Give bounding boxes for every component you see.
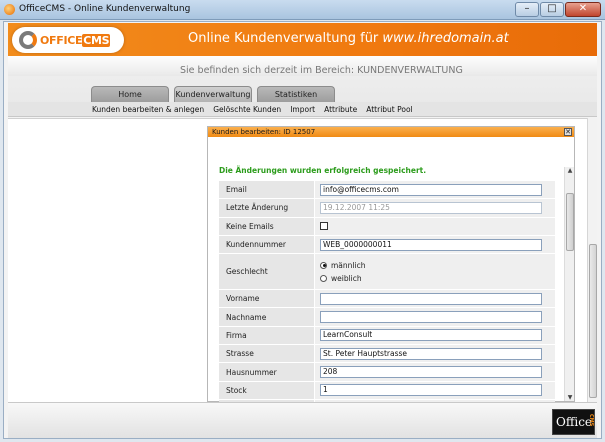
lastname-field[interactable] (320, 311, 542, 324)
scroll-down-icon[interactable]: ▼ (566, 394, 574, 401)
email-field[interactable]: info@officecms.com (320, 183, 542, 196)
no-emails-checkbox[interactable] (320, 222, 328, 231)
form-row-company: Firma LearnConsult (219, 326, 555, 346)
lastname-label: Nachname (219, 308, 315, 326)
house-no-field[interactable]: 208 (320, 366, 542, 379)
tab-statistiken[interactable]: Statistiken (257, 86, 335, 102)
window-title: OfficeCMS - Online Kundenverwaltung (19, 4, 191, 14)
radio-female[interactable] (320, 274, 327, 282)
page-scroll-thumb[interactable] (589, 244, 597, 398)
email-label: Email (219, 181, 315, 199)
dialog-scroll-thumb[interactable] (566, 193, 574, 251)
form-row-customer-no: Kundennummer WEB_0000000011 (219, 235, 555, 255)
street-field[interactable]: St. Peter Hauptstrasse (320, 347, 542, 360)
tab-home[interactable]: Home (91, 86, 169, 102)
form-row-email: Email info@officecms.com (219, 181, 555, 200)
page-title: Online Kundenverwaltung für www.ihredoma… (188, 31, 509, 46)
gender-label: Geschlecht (219, 254, 315, 290)
form-row-floor: Stock 1 (219, 381, 555, 400)
floor-field[interactable]: 1 (320, 384, 542, 397)
officecms-icon (4, 4, 15, 15)
logo-text: OFFICECMS (40, 34, 111, 47)
location-text: Sie befinden sich derzeit im Bereich: KU… (180, 65, 463, 76)
subnav-geloeschte-kunden[interactable]: Gelöschte Kunden (213, 105, 281, 114)
form-row-gender: Geschlecht männlich weiblich (219, 254, 555, 291)
officecms-logo[interactable]: OFFICECMS (12, 27, 124, 53)
office-logo: Office CMS (552, 409, 595, 435)
subnav-attribute[interactable]: Attribute (324, 105, 357, 114)
subnav-import[interactable]: Import (290, 105, 315, 114)
last-change-field: 19.12.2007 11:25 (320, 201, 542, 214)
maximize-icon[interactable]: □ (540, 2, 564, 17)
floor-label: Stock (219, 381, 315, 399)
gender-female-label: weiblich (331, 273, 362, 283)
minimize-icon[interactable]: – (515, 2, 539, 17)
company-label: Firma (219, 326, 315, 345)
street-label: Strasse (219, 345, 315, 363)
edit-customer-dialog: Kunden bearbeiten: ID 12507 ✕ Die Änderu… (207, 126, 575, 419)
success-message: Die Änderungen wurden erfolgreich gespei… (219, 166, 427, 175)
last-change-label: Letzte Änderung (219, 199, 315, 217)
dialog-scrollbar[interactable]: ▲ ▼ (564, 167, 574, 401)
subnav-attribut-pool[interactable]: Attribut Pool (366, 105, 412, 114)
footer-bar (8, 402, 597, 438)
firstname-field[interactable] (320, 292, 542, 305)
dialog-close-icon[interactable]: ✕ (564, 128, 572, 136)
window-titlebar: OfficeCMS - Online Kundenverwaltung – □ … (0, 0, 605, 20)
customer-form: Email info@officecms.com Letzte Änderung… (219, 181, 555, 419)
office-logo-suffix: CMS (588, 414, 594, 427)
scroll-up-icon[interactable]: ▲ (566, 167, 574, 174)
logo-ring-icon (19, 31, 37, 49)
gender-radio-group: männlich weiblich (320, 261, 365, 283)
form-row-lastname: Nachname (219, 308, 555, 327)
main-tabs: Home Kundenverwaltung Statistiken (91, 86, 335, 102)
radio-male[interactable] (320, 261, 327, 269)
office-logo-text: Office (556, 415, 593, 429)
no-emails-label: Keine Emails (219, 217, 315, 235)
form-row-house-no: Hausnummer 208 (219, 363, 555, 382)
form-row-no-emails: Keine Emails (219, 217, 555, 236)
form-row-firstname: Vorname (219, 290, 555, 309)
sub-navigation: Kunden bearbeiten & anlegen Gelöschte Ku… (8, 102, 597, 117)
gender-male-option[interactable]: männlich (320, 261, 365, 270)
form-row-street: Strasse St. Peter Hauptstrasse (219, 345, 555, 364)
gender-male-label: männlich (331, 260, 366, 270)
subnav-kunden-bearbeiten[interactable]: Kunden bearbeiten & anlegen (92, 105, 204, 114)
gender-female-option[interactable]: weiblich (320, 274, 365, 283)
tab-kundenverwaltung[interactable]: Kundenverwaltung (174, 86, 252, 102)
page-scrollbar[interactable] (587, 118, 597, 402)
customer-no-label: Kundennummer (219, 235, 315, 254)
house-no-label: Hausnummer (219, 363, 315, 381)
form-row-last-change: Letzte Änderung 19.12.2007 11:25 (219, 199, 555, 218)
company-field[interactable]: LearnConsult (320, 329, 542, 342)
customer-no-field[interactable]: WEB_0000000011 (320, 238, 542, 251)
firstname-label: Vorname (219, 290, 315, 308)
close-icon[interactable]: ✕ (565, 2, 601, 17)
dialog-header: Kunden bearbeiten: ID 12507 (208, 127, 574, 137)
window-controls: – □ ✕ (515, 2, 601, 17)
dialog-title: Kunden bearbeiten: ID 12507 (212, 128, 316, 136)
